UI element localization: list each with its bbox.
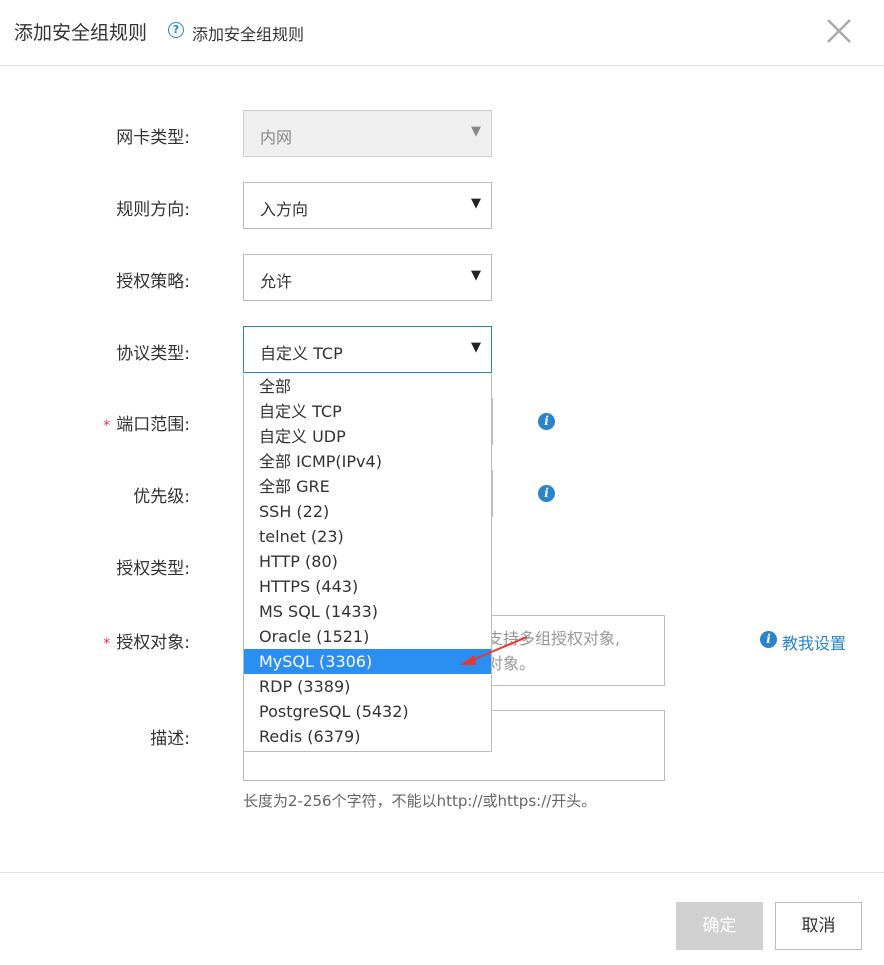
annotation-arrow [460, 636, 528, 665]
